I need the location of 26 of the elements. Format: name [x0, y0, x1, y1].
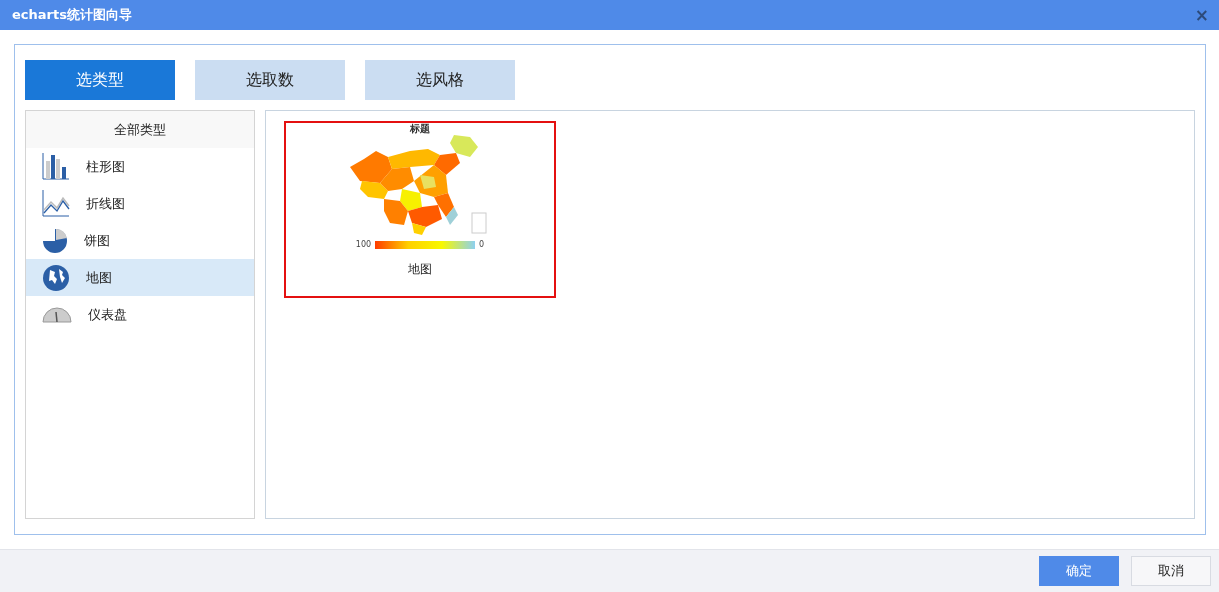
- step-tab[interactable]: 选取数: [195, 60, 345, 100]
- dialog-button[interactable]: 取消: [1131, 556, 1211, 586]
- bar-chart-icon: [42, 153, 70, 180]
- chart-type-item[interactable]: 地图: [26, 259, 254, 296]
- item-label: 地图: [86, 268, 112, 287]
- thumbnail-caption: 地图: [408, 261, 432, 278]
- step-tab[interactable]: 选风格: [365, 60, 515, 100]
- list-header: 全部类型: [26, 111, 254, 148]
- item-label: 仪表盘: [88, 305, 127, 324]
- pie-chart-icon: [42, 227, 68, 254]
- line-chart-icon: [42, 190, 70, 217]
- window-title: echarts统计图向导: [12, 6, 132, 24]
- step-tab[interactable]: 选类型: [25, 60, 175, 100]
- chart-thumbnail-card[interactable]: 标题 100 0 地图: [284, 121, 556, 298]
- item-label: 折线图: [86, 194, 125, 213]
- globe-icon: [42, 263, 70, 292]
- chart-type-item[interactable]: 折线图: [26, 185, 254, 222]
- chart-type-item[interactable]: 饼图: [26, 222, 254, 259]
- chart-title: 标题: [410, 123, 430, 135]
- chart-type-item[interactable]: 柱形图: [26, 148, 254, 185]
- legend-max-label: 100: [355, 240, 372, 249]
- item-label: 柱形图: [86, 157, 125, 176]
- legend-min-label: 0: [479, 240, 485, 249]
- chart-type-item[interactable]: 仪表盘: [26, 296, 254, 333]
- item-label: 饼图: [84, 231, 110, 250]
- gauge-icon: [42, 305, 72, 324]
